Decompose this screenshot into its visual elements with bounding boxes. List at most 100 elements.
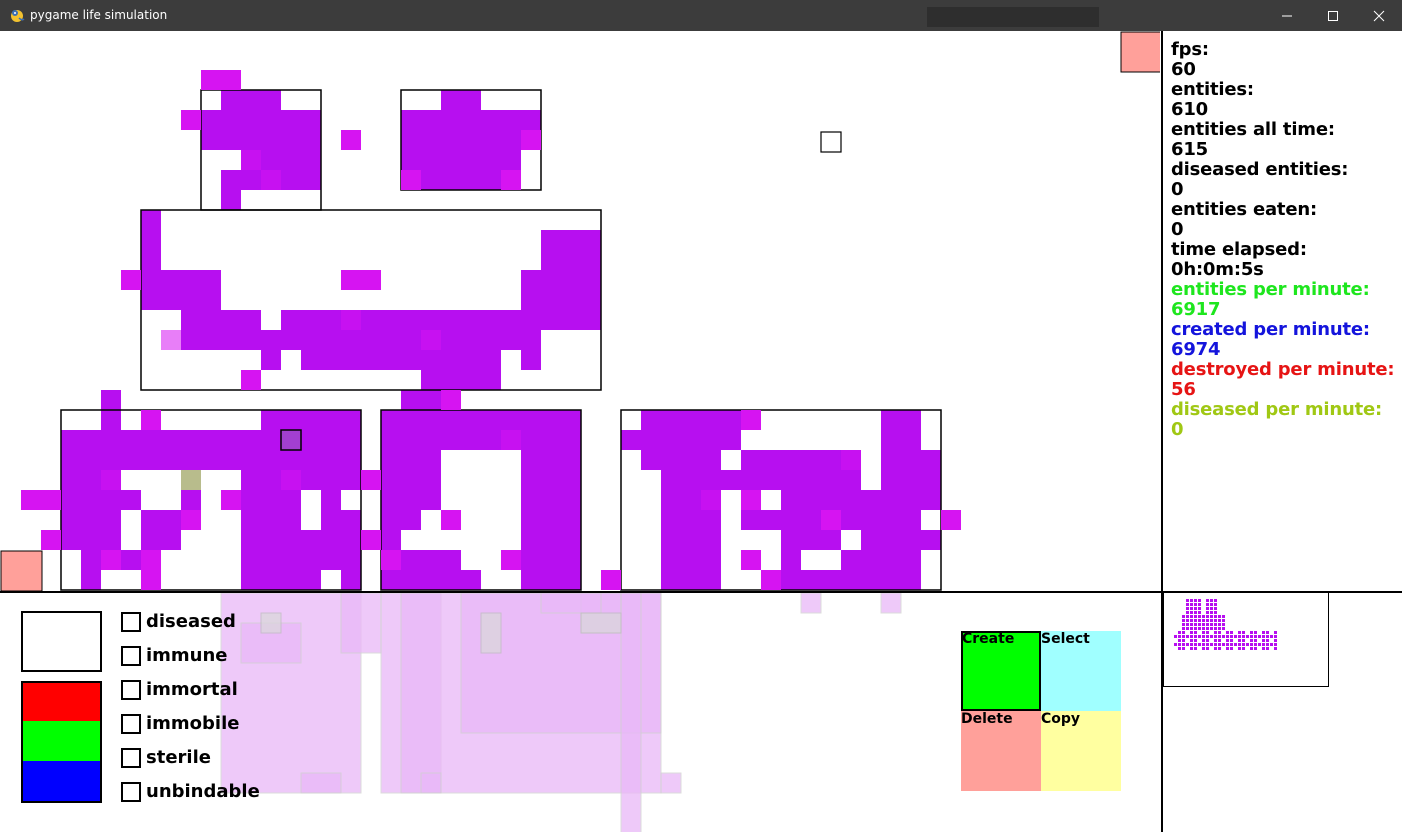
loose-entity-cell <box>141 550 161 570</box>
minimap-cell <box>1270 635 1273 638</box>
stat-label: time elapsed: <box>1171 239 1307 260</box>
diseased-cell <box>181 470 201 490</box>
immobile-checkbox[interactable] <box>121 714 141 734</box>
loose-entity-cell <box>121 270 141 290</box>
stat-label: diseased entities: <box>1171 159 1349 180</box>
entity-cell <box>381 410 581 450</box>
copy-tool-button[interactable]: Copy <box>1041 711 1121 791</box>
minimap-cell <box>1274 647 1277 650</box>
minimap-cell <box>1266 639 1269 642</box>
minimap-cell <box>1182 623 1185 626</box>
stat-value: 0h:0m:5s <box>1171 259 1264 280</box>
minimap-cell <box>1190 647 1193 650</box>
red-channel-swatch[interactable] <box>21 681 102 723</box>
green-channel-swatch[interactable] <box>21 721 102 763</box>
offscreen-entity-cell <box>540 592 602 614</box>
diseased-checkbox[interactable] <box>121 612 141 632</box>
minimap-cell <box>1218 627 1221 630</box>
loose-entity-cell <box>441 390 461 410</box>
minimap-cell <box>1242 635 1245 638</box>
minimap-cell <box>1190 643 1193 646</box>
minimap-cell <box>1214 599 1217 602</box>
minimap-cell <box>1186 611 1189 614</box>
minimap-cell <box>1246 643 1249 646</box>
minimap-cell <box>1206 619 1209 622</box>
unbindable-checkbox[interactable] <box>121 782 141 802</box>
minimap-cell <box>1178 643 1181 646</box>
minimap[interactable] <box>1163 592 1329 687</box>
delete-tool-button[interactable]: Delete <box>961 711 1041 791</box>
minimap-cell <box>1190 603 1193 606</box>
immobile-label: immobile <box>146 713 240 734</box>
minimap-cell <box>1270 643 1273 646</box>
minimap-cell <box>1210 615 1213 618</box>
stat-value: 0 <box>1171 419 1184 440</box>
minimap-cell <box>1238 639 1241 642</box>
offscreen-entity-cell <box>660 772 682 794</box>
entity-cell <box>181 330 521 350</box>
sterile-checkbox[interactable] <box>121 748 141 768</box>
minimap-cell <box>1218 615 1221 618</box>
close-button[interactable] <box>1356 0 1402 31</box>
minimap-cell <box>1202 643 1205 646</box>
minimap-cell <box>1206 603 1209 606</box>
entity-cell <box>541 230 581 270</box>
current-color-swatch[interactable] <box>21 611 102 672</box>
minimap-cell <box>1182 631 1185 634</box>
immune-checkbox[interactable] <box>121 646 141 666</box>
window-title: pygame life simulation <box>30 8 168 22</box>
minimap-cell <box>1206 611 1209 614</box>
entity-cell <box>241 150 261 170</box>
minimap-cell <box>1234 635 1237 638</box>
sterile-label: sterile <box>146 747 211 768</box>
minimap-cell <box>1178 631 1181 634</box>
minimap-cell <box>1186 607 1189 610</box>
minimap-cell <box>1222 643 1225 646</box>
maximize-button[interactable] <box>1310 0 1356 31</box>
empty-cell <box>301 490 321 530</box>
empty-cell <box>801 550 841 570</box>
minimap-cell <box>1226 631 1229 634</box>
minimap-cell <box>1222 635 1225 638</box>
immortal-checkbox[interactable] <box>121 680 141 700</box>
entity-cell <box>401 110 541 130</box>
select-tool-button[interactable]: Select <box>1041 631 1121 711</box>
minimap-cell <box>1198 619 1201 622</box>
minimap-cell <box>1262 635 1265 638</box>
minimap-cell <box>1194 639 1197 642</box>
blue-channel-swatch[interactable] <box>21 761 102 803</box>
minimap-cell <box>1214 631 1217 634</box>
minimap-cell <box>1182 615 1185 618</box>
stats-panel: fps: 60 entities: 610 entities all time: 615 d… <box>1171 40 1396 440</box>
loose-entity-cell <box>141 410 161 430</box>
minimap-cell <box>1182 627 1185 630</box>
minimap-cell <box>1258 635 1261 638</box>
minimap-cell <box>1194 611 1197 614</box>
selected-cell <box>280 429 302 451</box>
loose-entity-cell <box>141 570 161 590</box>
minimap-cell <box>1242 631 1245 634</box>
loose-entity-cell <box>241 370 261 390</box>
minimap-cell <box>1214 643 1217 646</box>
loose-entity-cell <box>341 130 361 150</box>
stat-value: 0 <box>1171 219 1184 240</box>
entity-cell <box>701 490 721 510</box>
entity-cell <box>841 450 861 470</box>
empty-cell <box>481 570 521 590</box>
create-tool-button[interactable]: Create <box>961 631 1041 711</box>
stat-value: 6917 <box>1171 299 1221 320</box>
offscreen-entity-cell <box>620 592 642 832</box>
viewport-corner-marker <box>0 550 43 592</box>
minimap-cell <box>1206 615 1209 618</box>
entity-cell <box>621 430 661 450</box>
minimap-cell <box>1274 643 1277 646</box>
minimap-cell <box>1186 627 1189 630</box>
minimize-button[interactable] <box>1264 0 1310 31</box>
minimap-cell <box>1254 639 1257 642</box>
title-bar[interactable]: pygame life simulation <box>0 0 1402 31</box>
minimap-cell <box>1198 623 1201 626</box>
minimap-cell <box>1254 643 1257 646</box>
minimap-cell <box>1198 635 1201 638</box>
minimap-cell <box>1202 615 1205 618</box>
minimap-cell <box>1262 647 1265 650</box>
